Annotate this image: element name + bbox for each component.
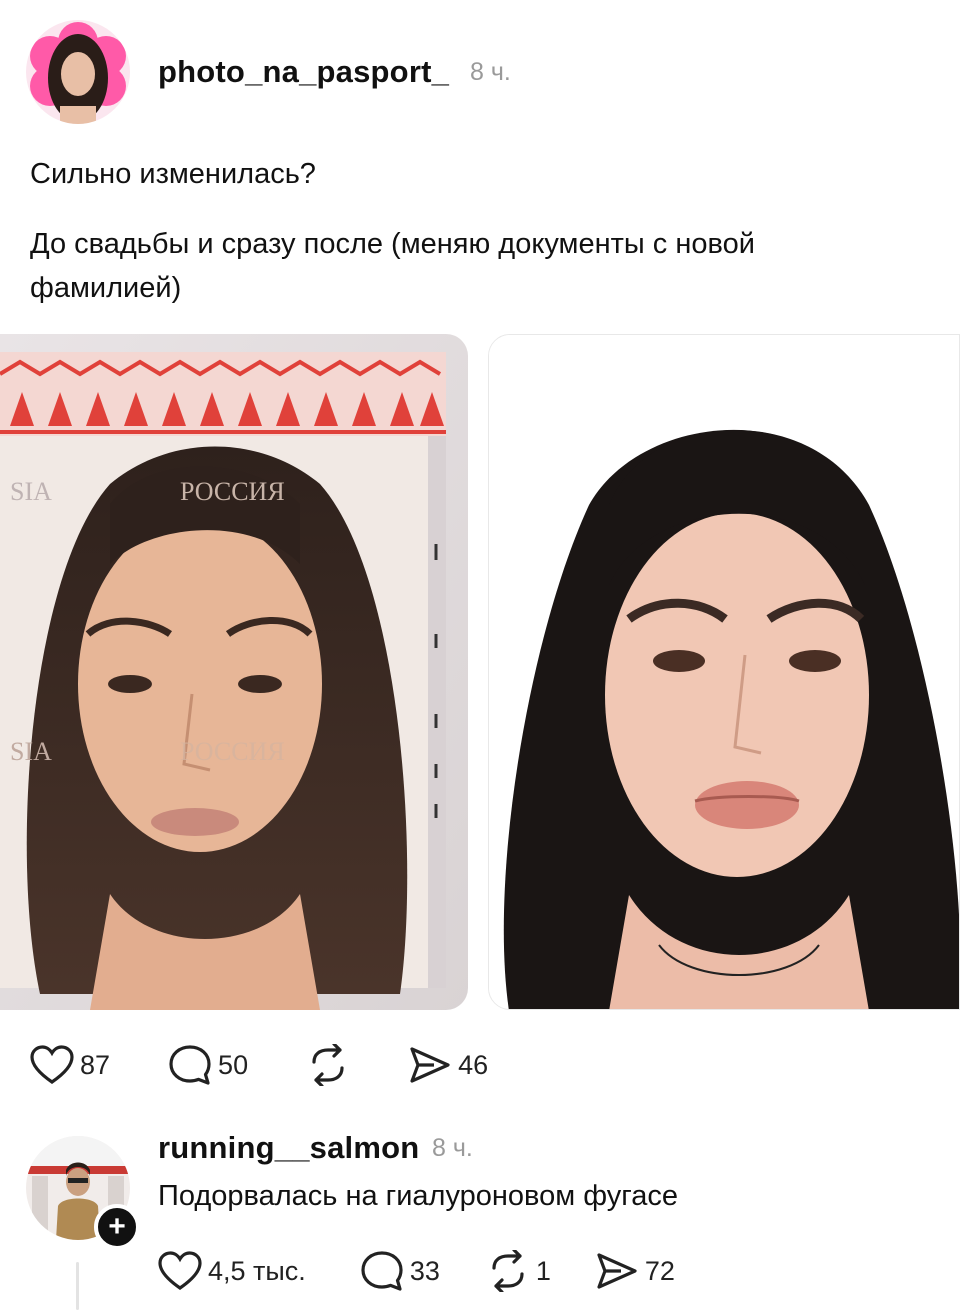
- svg-text:РОССИЯ: РОССИЯ: [180, 737, 285, 766]
- passport-photo[interactable]: SIA РОССИЯ SIA РОССИЯ: [0, 334, 468, 1010]
- heart-icon: [30, 1045, 74, 1084]
- post-text-question: Сильно изменилась?: [30, 158, 316, 190]
- post-text-caption: До свадьбы и сразу после (меняю документ…: [30, 228, 755, 304]
- comment-like-button[interactable]: 4,5 тыс.: [158, 1251, 306, 1291]
- svg-text:SIA: SIA: [10, 477, 52, 506]
- comment-icon: [169, 1045, 211, 1085]
- comment-actions-bar: 4,5 тыс. 33 1 72: [158, 1250, 733, 1292]
- plus-icon: +: [108, 1210, 126, 1243]
- comment-share-count: 72: [644, 1255, 675, 1286]
- post-actions-bar: 87 50 46: [30, 1044, 546, 1086]
- repost-icon: [312, 1044, 344, 1086]
- comment-reply-button[interactable]: 33: [360, 1250, 440, 1292]
- comment-repost-count: 1: [535, 1255, 551, 1286]
- share-icon: [410, 1047, 450, 1083]
- comment-like-count: 4,5 тыс.: [208, 1255, 306, 1286]
- like-button[interactable]: 87: [30, 1045, 110, 1085]
- share-button[interactable]: 46: [408, 1045, 488, 1085]
- post-author-avatar[interactable]: [26, 20, 130, 124]
- like-count: 87: [80, 1049, 111, 1080]
- comment-author-username[interactable]: running__salmon: [158, 1130, 419, 1166]
- thread-line: [76, 1262, 79, 1310]
- comment-timestamp: 8 ч.: [432, 1134, 473, 1162]
- post-author-username[interactable]: photo_na_pasport_: [158, 54, 449, 90]
- heart-icon: [158, 1251, 202, 1290]
- comment-icon: [361, 1251, 403, 1291]
- svg-text:SIA: SIA: [10, 737, 52, 766]
- post-timestamp: 8 ч.: [470, 58, 511, 86]
- portrait-photo[interactable]: [488, 334, 960, 1010]
- comment-share-button[interactable]: 72: [595, 1251, 675, 1291]
- comment-text: Подорвалась на гиалуроновом фугасе: [158, 1180, 678, 1212]
- repost-icon: [492, 1250, 524, 1292]
- comment-repost-button[interactable]: 1: [486, 1250, 551, 1292]
- follow-plus-button[interactable]: +: [94, 1204, 140, 1250]
- repost-button[interactable]: [306, 1044, 350, 1086]
- share-icon: [597, 1253, 637, 1289]
- svg-text:РОССИЯ: РОССИЯ: [180, 477, 285, 506]
- comment-button[interactable]: 50: [168, 1044, 248, 1086]
- share-count: 46: [458, 1049, 489, 1080]
- comment-count: 50: [218, 1049, 249, 1080]
- comment-reply-count: 33: [409, 1255, 440, 1286]
